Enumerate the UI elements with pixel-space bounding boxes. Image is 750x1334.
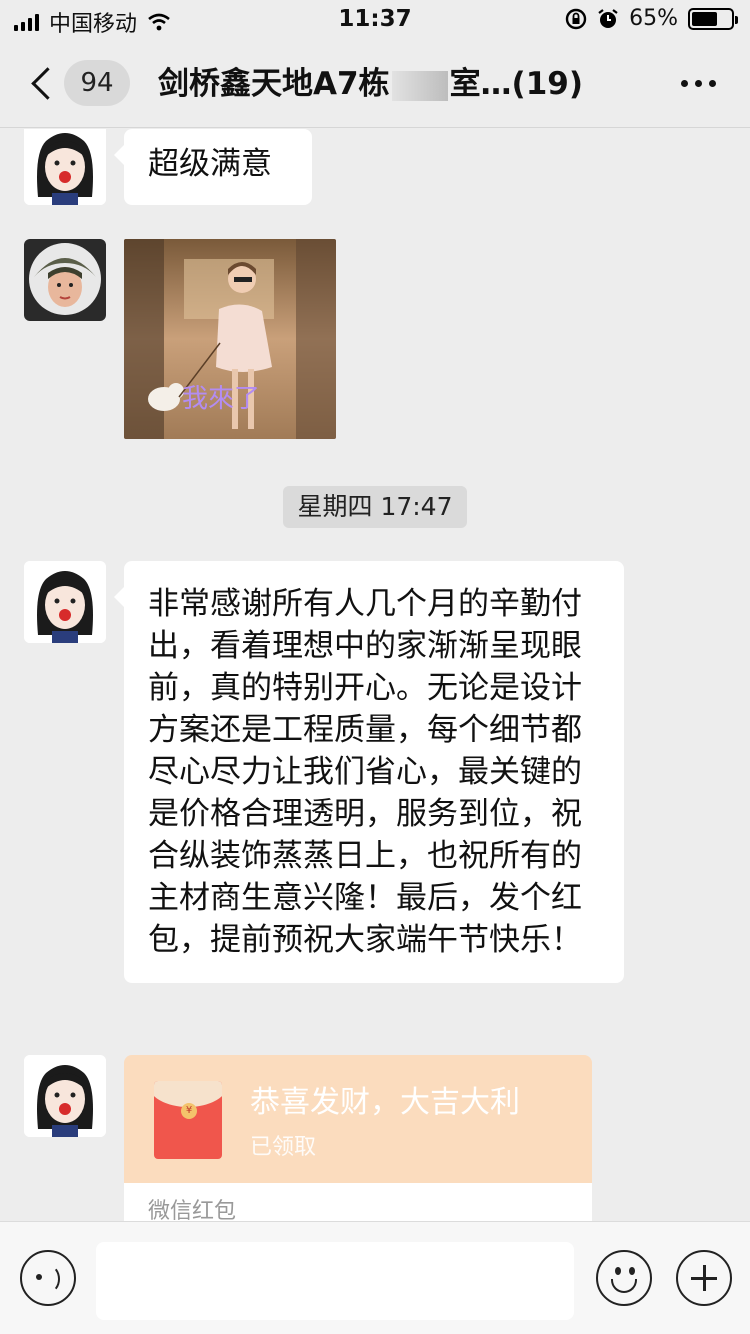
coin-icon: ¥ <box>181 1103 197 1119</box>
avatar-user-b[interactable] <box>24 239 106 321</box>
timestamp: 星期四 17:47 <box>283 486 467 528</box>
more-functions-button[interactable] <box>676 1250 732 1306</box>
red-packet-title: 恭喜发财，大吉大利 <box>250 1085 520 1120</box>
message-bubble[interactable]: 超级满意 <box>114 129 312 205</box>
input-bar <box>0 1221 750 1334</box>
avatar-user-a[interactable] <box>24 1055 106 1137</box>
message-text: 超级满意 <box>148 146 272 182</box>
chat-title-suffix: 室…(19) <box>449 66 584 102</box>
emoji-eye <box>615 1267 621 1275</box>
cartoon-girl-icon <box>24 1055 106 1137</box>
unread-count-badge[interactable]: 94 <box>64 60 130 106</box>
battery-icon <box>688 7 738 30</box>
emoji-mouth <box>611 1279 637 1293</box>
red-packet-body: ¥ 恭喜发财，大吉大利 已领取 <box>124 1055 592 1183</box>
cartoon-girl-icon <box>24 561 106 643</box>
message-bubble-long[interactable]: 非常感谢所有人几个月的辛勤付出，看着理想中的家渐渐呈现眼前，真的特别开心。无论是… <box>114 561 624 983</box>
user-photo-icon <box>24 239 106 321</box>
red-envelope-icon: ¥ <box>154 1081 222 1159</box>
avatar-user-a[interactable] <box>24 561 106 643</box>
image-caption: 我來了 <box>182 384 260 414</box>
message-text: 非常感谢所有人几个月的辛勤付出，看着理想中的家渐渐呈现眼前，真的特别开心。无论是… <box>148 586 582 958</box>
cartoon-girl-icon <box>24 129 106 205</box>
status-right: 65% <box>565 6 738 31</box>
battery-percent: 65% <box>629 6 678 31</box>
chat-title: 剑桥鑫天地A7栋 室…(19) <box>158 60 583 108</box>
title-redaction <box>391 70 448 101</box>
red-packet-status: 已领取 <box>250 1135 317 1160</box>
girl-with-dog-image: 我來了 <box>124 239 336 439</box>
avatar-user-a[interactable] <box>24 129 106 205</box>
emoji-button[interactable] <box>596 1250 652 1306</box>
rotation-lock-icon <box>565 8 587 29</box>
battery-fill <box>692 11 717 26</box>
voice-input-button[interactable] <box>20 1250 76 1306</box>
chat-header: 94 剑桥鑫天地A7栋 室…(19) <box>0 40 750 128</box>
chat-messages[interactable]: 超级满意 我來了 星期四 17:47 非常感谢所有人几个月的辛勤付出，看着理想中… <box>0 129 750 1221</box>
status-bar: 中国移动 11:37 65% <box>0 0 750 40</box>
red-packet-source: 微信红包 <box>124 1183 592 1221</box>
emoji-eye <box>629 1267 635 1275</box>
back-button[interactable] <box>28 62 58 106</box>
more-options-button[interactable] <box>681 80 716 87</box>
image-message[interactable]: 我來了 <box>124 239 336 439</box>
message-input[interactable] <box>96 1242 574 1320</box>
chat-title-main: 剑桥鑫天地A7栋 <box>158 66 390 102</box>
red-packet-message[interactable]: ¥ 恭喜发财，大吉大利 已领取 微信红包 <box>124 1055 592 1221</box>
alarm-icon <box>598 8 618 28</box>
